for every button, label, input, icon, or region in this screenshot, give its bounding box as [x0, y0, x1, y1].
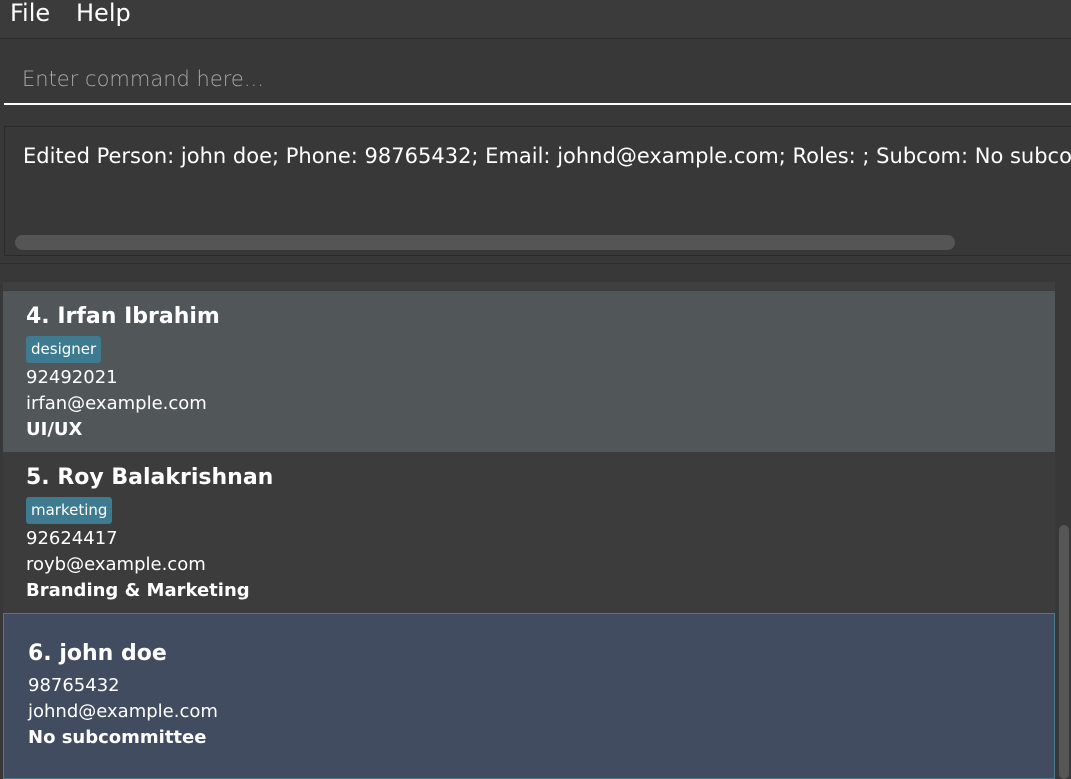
person-subcommittee: No subcommittee — [28, 727, 207, 748]
person-email: johnd@example.com — [28, 701, 218, 722]
person-card[interactable]: 5. Roy Balakrishnan marketing 92624417 r… — [3, 452, 1055, 613]
person-card[interactable]: 6. john doe 98765432 johnd@example.com N… — [3, 613, 1055, 779]
role-tag: designer — [26, 336, 102, 363]
result-display[interactable]: Edited Person: john doe; Phone: 98765432… — [4, 126, 1071, 256]
person-list-panel: 4. Irfan Ibrahim designer 92492021 irfan… — [0, 268, 1071, 779]
result-horizontal-scrollbar[interactable] — [15, 235, 955, 250]
menu-bar: File Help — [0, 0, 1071, 39]
menu-file[interactable]: File — [10, 0, 50, 26]
person-subcommittee: UI/UX — [26, 419, 83, 440]
person-name: 5. Roy Balakrishnan — [26, 465, 274, 490]
result-display-panel: Edited Person: john doe; Phone: 98765432… — [0, 114, 1071, 264]
role-tag: marketing — [26, 497, 113, 524]
person-name: 4. Irfan Ibrahim — [26, 304, 220, 329]
result-text: Edited Person: john doe; Phone: 98765432… — [23, 144, 1071, 168]
command-input[interactable] — [4, 54, 1071, 105]
list-vertical-scrollbar-track[interactable] — [1056, 282, 1071, 779]
menu-help[interactable]: Help — [76, 0, 131, 26]
person-phone: 98765432 — [28, 675, 120, 696]
command-box — [0, 40, 1071, 113]
person-card[interactable]: 4. Irfan Ibrahim designer 92492021 irfan… — [3, 291, 1055, 452]
list-vertical-scrollbar-thumb[interactable] — [1059, 525, 1069, 779]
person-email: irfan@example.com — [26, 393, 207, 414]
person-phone: 92624417 — [26, 528, 118, 549]
person-email: royb@example.com — [26, 554, 206, 575]
person-subcommittee: Branding & Marketing — [26, 580, 250, 601]
person-phone: 92492021 — [26, 367, 118, 388]
person-name: 6. john doe — [28, 641, 167, 666]
